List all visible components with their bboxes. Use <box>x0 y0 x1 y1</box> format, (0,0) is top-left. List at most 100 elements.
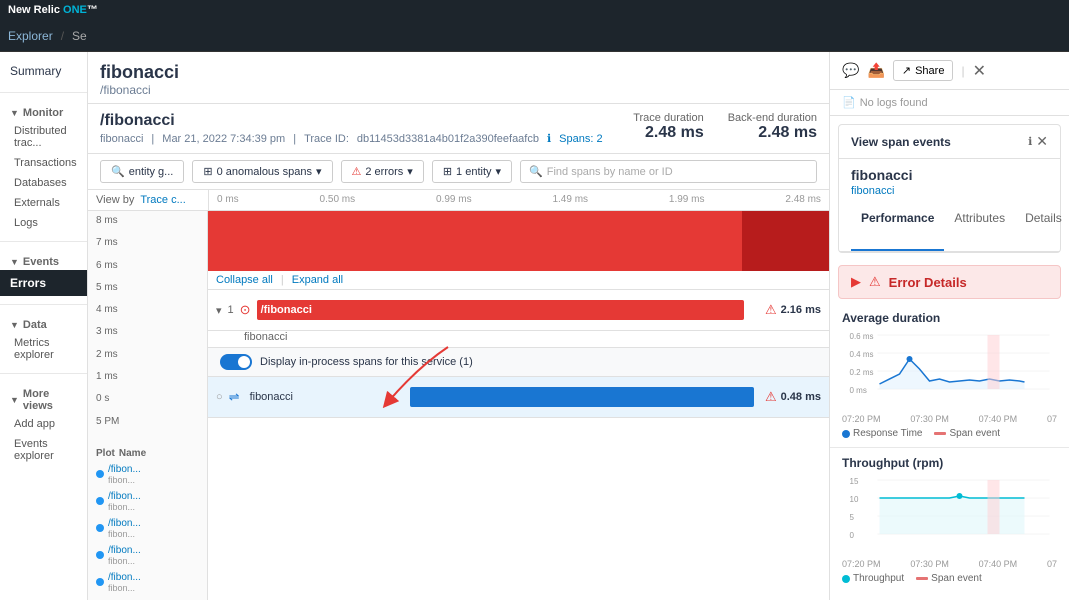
sidebar-item-externals[interactable]: Externals <box>0 193 87 213</box>
sidebar-item-logs[interactable]: Logs <box>0 213 87 233</box>
sidebar-item-transactions[interactable]: Transactions <box>0 153 87 173</box>
sidebar-group-monitor[interactable]: ▼ Monitor <box>0 101 87 121</box>
sidebar-divider-4 <box>0 373 87 374</box>
sidebar-group-label-monitor: Monitor <box>23 107 63 119</box>
t-x-740pm: 07:40 PM <box>979 559 1018 569</box>
svg-text:0: 0 <box>850 531 855 540</box>
tab-performance[interactable]: Performance <box>851 205 944 251</box>
legend-throughput-dot <box>842 575 850 583</box>
sidebar-group-events[interactable]: ▼ Events <box>0 250 87 270</box>
fibonacci-header: fibonacci /fibonacci <box>88 52 829 104</box>
ms-6: 6 ms <box>96 260 199 271</box>
ms-2: 2 ms <box>96 349 199 360</box>
sidebar-divider-3 <box>0 304 87 305</box>
span-bar-fill-1 <box>257 300 744 320</box>
legend-span-event-2: Span event <box>916 573 982 584</box>
share-button[interactable]: ↗ Share <box>893 60 954 81</box>
errors-button[interactable]: ⚠ 2 errors ▾ <box>341 160 424 183</box>
trace-entity: fibonacci <box>100 133 143 145</box>
sidebar-top-section: Summary <box>0 52 87 90</box>
list-item-3[interactable]: /fibon...fibon... <box>96 515 199 542</box>
service-name: fibonacci <box>839 159 1060 185</box>
collapse-all-btn[interactable]: Collapse all <box>216 274 273 286</box>
span-name-2: fibonacci <box>250 391 293 403</box>
mark-4: 1.99 ms <box>669 194 705 206</box>
expand-all-btn[interactable]: Expand all <box>292 274 343 286</box>
spans-link[interactable]: Spans: 2 <box>559 133 602 145</box>
service-link[interactable]: fibonacci <box>839 185 1060 205</box>
svg-text:0.2 ms: 0.2 ms <box>850 368 874 377</box>
comment-icon-btn[interactable]: 💬 <box>842 62 859 79</box>
ms-4: 4 ms <box>96 304 199 315</box>
sidebar-group-data[interactable]: ▼ Data <box>0 313 87 333</box>
main-red-bar <box>208 211 829 271</box>
list-area: Plot Name /fibon...fibon... /fibon...fib… <box>96 446 199 596</box>
view-by-label: View by <box>96 194 134 206</box>
sidebar-group-more[interactable]: ▼ More views <box>0 382 87 414</box>
span-chevron-1[interactable]: ▾ <box>216 304 222 317</box>
entity-label: 1 entity <box>456 166 491 178</box>
avg-duration-section: Average duration 0.6 ms 0.4 ms 0.2 ms 0 … <box>830 303 1069 447</box>
backend-duration-value: 2.48 ms <box>728 124 817 142</box>
close-panel-btn[interactable]: ✕ <box>973 61 986 81</box>
list-item-4[interactable]: /fibon...fibon... <box>96 542 199 569</box>
svg-text:15: 15 <box>850 477 859 486</box>
span-error-icon-1: ⚠ <box>765 302 777 318</box>
sidebar-item-databases[interactable]: Databases <box>0 173 87 193</box>
search-button[interactable]: 🔍 entity g... <box>100 160 184 183</box>
trace-c-tab[interactable]: Trace c... <box>140 194 185 206</box>
export-icon-btn[interactable]: 📤 <box>867 62 884 79</box>
x-label-720pm: 07:20 PM <box>842 414 881 424</box>
span-bar-fill-2 <box>410 387 754 407</box>
svg-text:10: 10 <box>850 495 859 504</box>
throughput-x-labels: 07:20 PM 07:30 PM 07:40 PM 07 <box>842 559 1057 569</box>
close-span-events-btn[interactable]: ✕ <box>1036 133 1048 150</box>
fibonacci-subtitle: /fibonacci <box>100 83 817 97</box>
list-dot-1 <box>96 470 104 478</box>
toggle-row: Display in-process spans for this servic… <box>208 348 829 377</box>
col-plot: Plot <box>96 448 115 459</box>
sidebar-item-errors[interactable]: Errors <box>0 270 87 296</box>
entity-button[interactable]: ⊞ 1 entity ▾ <box>432 160 512 183</box>
list-item-1[interactable]: /fibon...fibon... <box>96 461 199 488</box>
nav-explorer[interactable]: Explorer <box>8 29 53 43</box>
backend-duration-label: Back-end duration <box>728 112 817 124</box>
span-row-1[interactable]: ▾ 1 ⊙ /fibonacci ⚠ 2.16 ms <box>208 290 829 331</box>
sidebar-item-distributed-tracing[interactable]: Distributed trac... <box>0 121 87 153</box>
anomalous-spans-button[interactable]: ⊞ 0 anomalous spans ▾ <box>192 160 332 183</box>
sidebar-item-add-app[interactable]: Add app <box>0 414 87 434</box>
list-dot-2 <box>96 497 104 505</box>
find-spans-input[interactable]: 🔍 Find spans by name or ID <box>520 160 817 183</box>
tab-attributes[interactable]: Attributes <box>944 205 1015 251</box>
trace-duration-label: Trace duration <box>633 112 704 124</box>
toggle-switch[interactable] <box>220 354 252 370</box>
legend-throughput-item: Throughput <box>842 573 904 584</box>
sidebar-item-summary[interactable]: Summary <box>0 58 87 84</box>
list-item-2[interactable]: /fibon...fibon... <box>96 488 199 515</box>
no-logs-bar: 📄 No logs found <box>830 90 1069 116</box>
right-panel-actions: 💬 📤 ↗ Share | ✕ <box>842 60 986 81</box>
span-time-2: ⚠ 0.48 ms <box>765 389 821 405</box>
right-panel: 💬 📤 ↗ Share | ✕ 📄 No logs found View spa… <box>829 52 1069 600</box>
main-trace-bar-area <box>208 211 829 271</box>
ms-7: 7 ms <box>96 237 199 248</box>
legend-span-dash <box>934 432 946 435</box>
avg-chart-x-labels: 07:20 PM 07:30 PM 07:40 PM 07 <box>842 414 1057 424</box>
mark-1: 0.50 ms <box>320 194 356 206</box>
entity-grid-icon: ⊞ <box>443 165 452 178</box>
sidebar-item-metrics-explorer[interactable]: Metrics explorer <box>0 333 87 365</box>
span-row-2[interactable]: ○ ⇌ fibonacci ⚠ 0.48 ms <box>208 377 829 418</box>
error-chevron-icon: ▶ <box>851 274 861 290</box>
anomalous-label: 0 anomalous spans <box>217 166 312 178</box>
tab-details[interactable]: Details <box>1015 205 1069 251</box>
sidebar-divider-1 <box>0 92 87 93</box>
list-dot-4 <box>96 551 104 559</box>
list-item-5[interactable]: /fibon...fibon... <box>96 569 199 596</box>
x-label-740pm: 07:40 PM <box>979 414 1018 424</box>
error-details-bar[interactable]: ▶ ⚠ Error Details <box>838 265 1061 299</box>
ms-1: 1 ms <box>96 371 199 382</box>
span-time-1: ⚠ 2.16 ms <box>765 302 821 318</box>
chevron-icon: ▾ <box>316 165 322 178</box>
ms-8: 8 ms <box>96 215 199 226</box>
sidebar-item-events-explorer[interactable]: Events explorer <box>0 434 87 466</box>
